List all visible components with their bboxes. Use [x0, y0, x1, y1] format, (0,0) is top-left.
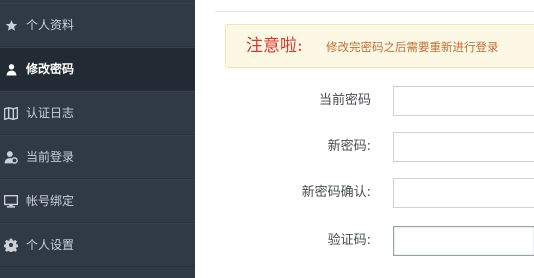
sidebar-item-change-password[interactable]: 修改密码	[0, 47, 195, 91]
star-icon	[4, 18, 18, 32]
sidebar-item-label: 个人资料	[26, 18, 75, 32]
new-password-label: 新密码:	[327, 139, 371, 154]
main-content: 注意啦: 修改完密码之后需要重新进行登录 当前密码 新密码: 新密码确认: 验证…	[195, 0, 534, 278]
captcha-row: 验证码:	[195, 226, 534, 256]
confirm-password-input[interactable]	[393, 178, 534, 208]
book-icon	[4, 106, 18, 120]
confirm-password-row: 新密码确认:	[195, 178, 534, 208]
notice-alert: 注意啦: 修改完密码之后需要重新进行登录	[225, 24, 534, 68]
sidebar-item-label: 认证日志	[26, 106, 75, 120]
sidebar-item-profile[interactable]: 个人资料	[0, 3, 195, 47]
new-password-row: 新密码:	[195, 132, 534, 162]
sidebar-item-account-binding[interactable]: 帐号绑定	[0, 179, 195, 223]
monitor-icon	[4, 194, 18, 208]
account-settings-page: 个人资料 修改密码 认证日志 当前登录 帐号绑定 个人设置 注意啦: 修改完密码…	[0, 0, 534, 278]
sidebar-item-current-login[interactable]: 当前登录	[0, 135, 195, 179]
sidebar-item-label: 当前登录	[26, 150, 75, 164]
sidebar: 个人资料 修改密码 认证日志 当前登录 帐号绑定 个人设置	[0, 0, 195, 278]
notice-title: 注意啦:	[246, 36, 303, 56]
current-password-row: 当前密码	[195, 86, 534, 116]
captcha-input[interactable]	[393, 226, 534, 256]
captcha-label: 验证码:	[327, 233, 371, 248]
gear-icon	[4, 238, 18, 252]
new-password-input[interactable]	[393, 132, 534, 162]
notice-text: 修改完密码之后需要重新进行登录	[326, 40, 499, 54]
sidebar-item-label: 修改密码	[26, 62, 75, 76]
sidebar-item-personal-settings[interactable]: 个人设置	[0, 223, 195, 267]
user-settings-icon	[4, 150, 18, 164]
current-password-input[interactable]	[393, 86, 534, 116]
confirm-password-label: 新密码确认:	[301, 185, 371, 200]
sidebar-item-auth-log[interactable]: 认证日志	[0, 91, 195, 135]
divider	[215, 11, 534, 12]
user-icon	[4, 62, 18, 76]
sidebar-item-label: 个人设置	[26, 238, 75, 252]
sidebar-item-label: 帐号绑定	[26, 194, 75, 208]
current-password-label: 当前密码	[318, 93, 371, 108]
